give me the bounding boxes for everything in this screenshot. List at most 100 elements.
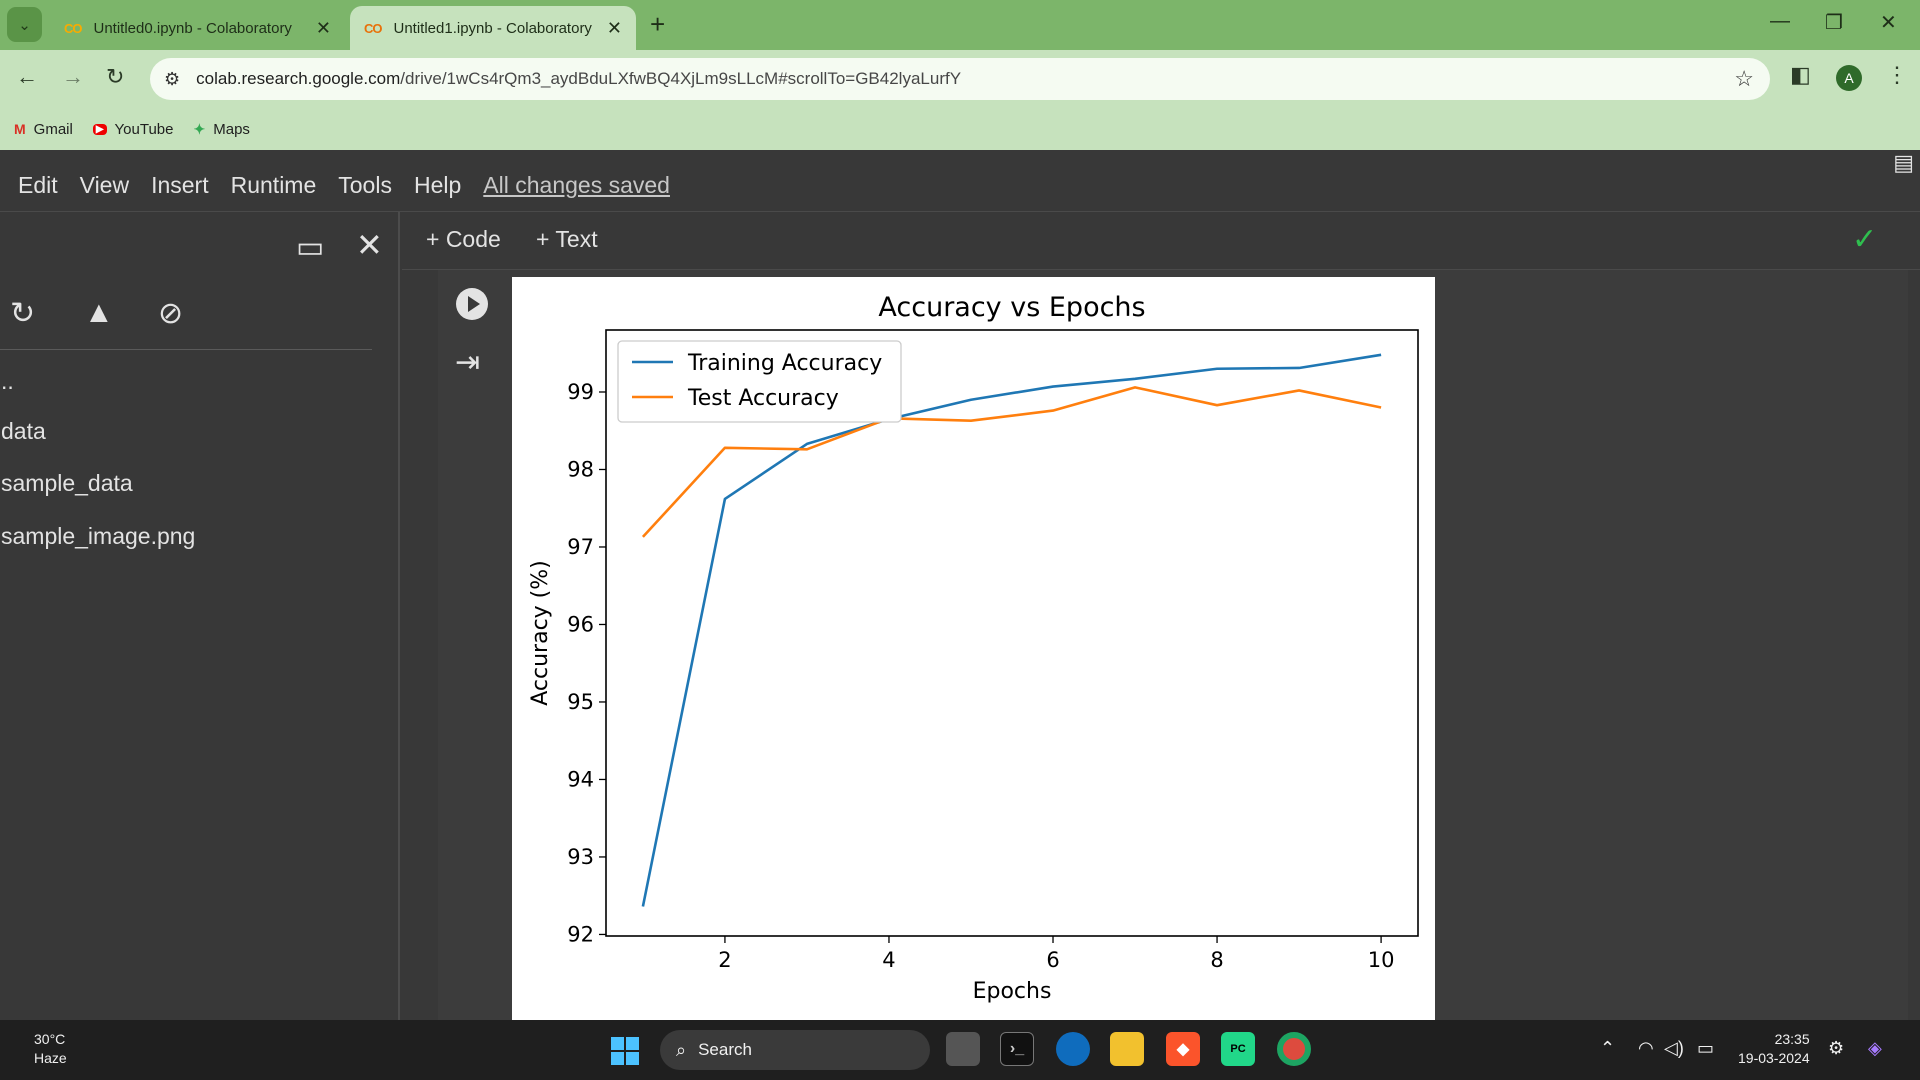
search-icon: ⌕	[676, 1039, 687, 1060]
url-bar[interactable]: ⚙ colab.research.google.com/drive/1wCs4r…	[150, 58, 1770, 100]
copilot-icon[interactable]: ◈	[1868, 1038, 1882, 1059]
y-tick-label: 97	[567, 535, 594, 559]
terminal-icon[interactable]: ›_	[1000, 1032, 1034, 1066]
file-explorer-icon[interactable]	[1110, 1032, 1144, 1066]
volume-icon[interactable]: ◁)	[1664, 1038, 1684, 1059]
legend-label: Test Accuracy	[687, 386, 839, 411]
cell-output-plot: Accuracy vs Epochs Epochs Accuracy (%) 2…	[512, 277, 1435, 1020]
file-parent-dir[interactable]: ..	[1, 368, 14, 395]
chevron-up-icon[interactable]: ⌃	[1600, 1038, 1615, 1059]
wifi-icon[interactable]: ◠	[1638, 1038, 1654, 1059]
chart-title: Accuracy vs Epochs	[878, 292, 1145, 323]
pycharm-icon[interactable]: PC	[1221, 1032, 1255, 1066]
x-tick-label: 2	[718, 948, 731, 972]
divider	[0, 349, 372, 350]
menu-runtime[interactable]: Runtime	[231, 172, 317, 199]
address-toolbar: ← → ↻ ⚙ colab.research.google.com/drive/…	[0, 50, 1920, 108]
gmail-icon: M	[14, 121, 26, 137]
tab-search-button[interactable]: ⌄	[7, 7, 42, 42]
hide-files-icon[interactable]: ⊘	[158, 296, 183, 331]
reload-icon[interactable]: ↻	[106, 64, 124, 90]
check-icon: ✓	[1852, 223, 1878, 256]
bookmark-youtube[interactable]: ▶ YouTube	[92, 120, 174, 138]
chevron-down-icon: ⌄	[18, 16, 31, 34]
menu-tools[interactable]: Tools	[338, 172, 392, 199]
files-sidebar: ▭ ✕ ↻ ▲ ⊘ .. data sample_data sample_ima…	[0, 212, 400, 1020]
accuracy-chart: Accuracy vs Epochs Epochs Accuracy (%) 2…	[528, 292, 1419, 1004]
y-tick-label: 99	[567, 380, 594, 404]
colab-menu-bar: Edit View Insert Runtime Tools Help All …	[0, 150, 1920, 212]
file-data[interactable]: data	[1, 418, 46, 445]
menu-insert[interactable]: Insert	[151, 172, 209, 199]
edge-icon[interactable]	[1056, 1032, 1090, 1066]
menu-edit[interactable]: Edit	[18, 172, 58, 199]
y-tick-label: 92	[567, 922, 594, 946]
menu-view[interactable]: View	[80, 172, 129, 199]
kebab-menu-icon[interactable]: ⋮	[1886, 62, 1908, 88]
browser-tab-strip: ⌄ CO Untitled0.ipynb - Colaboratory ✕ CO…	[0, 0, 1920, 50]
chrome-icon[interactable]	[1277, 1032, 1311, 1066]
tab-title: Untitled1.ipynb - Colaboratory	[393, 19, 592, 37]
bookmark-maps[interactable]: ✦ Maps	[194, 121, 250, 138]
run-cell-button[interactable]	[456, 288, 488, 320]
output-actions-icon[interactable]: ⇥	[455, 345, 480, 380]
menu-help[interactable]: Help	[414, 172, 461, 199]
back-arrow-icon[interactable]: ←	[16, 64, 38, 90]
menu-items: Edit View Insert Runtime Tools Help All …	[18, 172, 692, 199]
comment-icon[interactable]: ▤	[1893, 150, 1914, 176]
taskbar: 30°C Haze ⌕ Search ›_ ◆ PC ⌃ ◠ ◁) ▭ 23:3…	[0, 1020, 1920, 1080]
y-axis-label: Accuracy (%)	[528, 560, 553, 706]
url-path: /drive/1wCs4rQm3_aydBduLXfwBQ4XjLm9sLLcM…	[400, 69, 962, 88]
time: 23:35	[1774, 1031, 1810, 1047]
task-view-icon[interactable]	[946, 1032, 980, 1066]
browser-tab-active[interactable]: CO Untitled1.ipynb - Colaboratory ✕	[350, 6, 636, 50]
bookmark-star-icon[interactable]: ☆	[1734, 66, 1754, 92]
close-icon[interactable]: ✕	[356, 226, 383, 264]
battery-icon[interactable]: ▭	[1697, 1038, 1714, 1059]
url-host: colab.research.google.com	[196, 69, 401, 88]
side-panel-icon[interactable]: ◧	[1790, 62, 1811, 88]
restore-icon[interactable]: ❐	[1825, 10, 1843, 35]
add-code-button[interactable]: + Code	[426, 226, 501, 253]
mount-drive-icon[interactable]: ▲	[84, 296, 114, 330]
close-icon[interactable]: ✕	[607, 18, 622, 39]
weather-widget[interactable]: 30°C Haze	[34, 1030, 67, 1068]
bookmark-label: Maps	[213, 120, 250, 138]
file-sample-image[interactable]: sample_image.png	[1, 523, 195, 550]
url-text: colab.research.google.com/drive/1wCs4rQm…	[196, 69, 961, 89]
axis-ticks: 2 4 6 8 10 92 93 94 95 96 97 98 99	[567, 380, 1394, 972]
clock[interactable]: 23:35 19-03-2024	[1738, 1030, 1810, 1068]
avatar[interactable]: A	[1836, 65, 1862, 91]
settings-gear-icon[interactable]: ⚙	[1828, 1038, 1844, 1059]
open-in-tab-icon[interactable]: ▭	[296, 230, 324, 265]
colab-favicon-icon: CO	[64, 20, 82, 36]
site-info-icon[interactable]: ⚙	[164, 69, 180, 90]
forward-arrow-icon[interactable]: →	[62, 64, 84, 90]
x-tick-label: 4	[882, 948, 895, 972]
close-icon[interactable]: ✕	[316, 18, 331, 39]
taskbar-search[interactable]: ⌕ Search	[660, 1030, 930, 1070]
refresh-icon[interactable]: ↻	[10, 296, 35, 331]
weather-desc: Haze	[34, 1050, 67, 1066]
save-status-link[interactable]: All changes saved	[483, 172, 670, 199]
colab-favicon-icon: CO	[364, 20, 382, 36]
browser-tab[interactable]: CO Untitled0.ipynb - Colaboratory ✕	[50, 6, 345, 50]
new-tab-button[interactable]: +	[650, 9, 665, 40]
minimize-icon[interactable]: —	[1770, 10, 1790, 33]
window-close-icon[interactable]: ✕	[1880, 10, 1897, 35]
series-line-training	[641, 353, 1382, 907]
file-sample-data[interactable]: sample_data	[1, 470, 133, 497]
legend: Training Accuracy Test Accuracy	[617, 340, 902, 423]
y-tick-label: 93	[567, 845, 594, 869]
windows-start-icon[interactable]	[611, 1037, 639, 1065]
x-axis-label: Epochs	[973, 979, 1052, 1004]
notebook-toolbar: + Code + Text ✓	[402, 212, 1920, 270]
weather-temp: 30°C	[34, 1031, 66, 1047]
bookmark-gmail[interactable]: M Gmail	[14, 121, 73, 138]
y-tick-label: 96	[567, 612, 594, 636]
bookmark-label: YouTube	[114, 120, 174, 138]
brave-icon[interactable]: ◆	[1166, 1032, 1200, 1066]
youtube-icon: ▶	[92, 123, 107, 135]
add-text-button[interactable]: + Text	[536, 226, 598, 253]
y-tick-label: 94	[567, 767, 594, 791]
